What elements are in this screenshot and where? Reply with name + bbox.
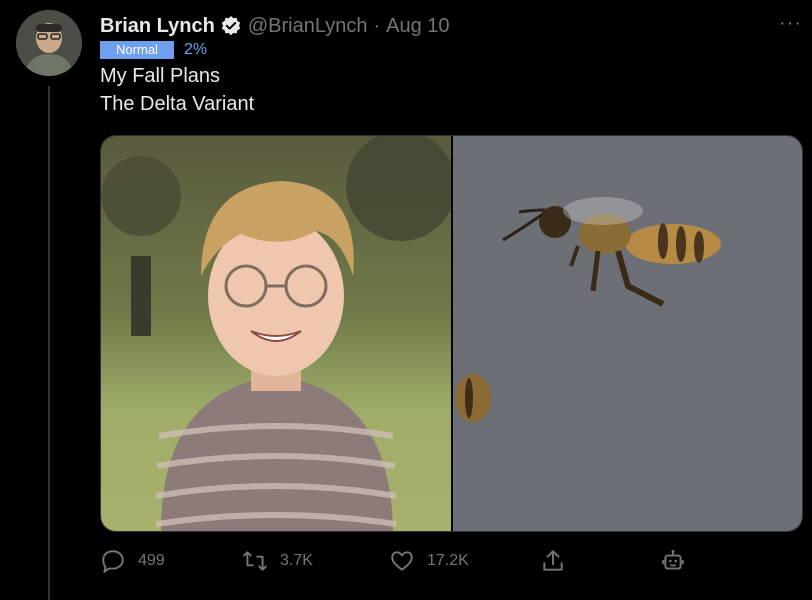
like-icon bbox=[391, 551, 413, 571]
separator-dot: · bbox=[373, 14, 381, 37]
reply-count: 499 bbox=[138, 552, 165, 569]
verified-badge-icon bbox=[220, 15, 242, 37]
more-options-icon[interactable]: ··· bbox=[779, 12, 802, 35]
tweet-text-line-2: The Delta Variant bbox=[100, 93, 255, 115]
retweet-button[interactable]: 3.7K bbox=[242, 548, 313, 574]
share-button[interactable] bbox=[540, 548, 566, 574]
tweet-actions: 499 3.7K 17.2K bbox=[100, 548, 700, 582]
like-count: 17.2K bbox=[427, 552, 469, 569]
reply-button[interactable]: 499 bbox=[100, 548, 165, 574]
tweet-text-line-1: My Fall Plans bbox=[100, 65, 221, 87]
display-name[interactable]: Brian Lynch bbox=[100, 15, 215, 38]
photo-bee[interactable] bbox=[453, 136, 802, 531]
tag-row: Normal 2% bbox=[100, 41, 207, 59]
tweet-date[interactable]: Aug 10 bbox=[386, 15, 449, 38]
bot-button[interactable] bbox=[660, 548, 686, 574]
like-button[interactable]: 17.2K bbox=[389, 548, 469, 574]
thread-line bbox=[48, 86, 50, 600]
status-badge: Normal bbox=[100, 41, 174, 59]
tweet-media[interactable] bbox=[100, 135, 803, 532]
user-handle[interactable]: @BrianLynch bbox=[248, 15, 368, 38]
bot-icon bbox=[662, 549, 684, 570]
tweet-header: Brian Lynch @BrianLynch · Aug 10 bbox=[100, 12, 788, 40]
avatar[interactable] bbox=[16, 10, 82, 76]
photo-boy[interactable] bbox=[101, 136, 456, 531]
reply-icon bbox=[102, 550, 124, 573]
percent-label: 2% bbox=[184, 41, 208, 58]
share-icon bbox=[543, 550, 563, 571]
retweet-count: 3.7K bbox=[280, 552, 313, 569]
retweet-icon bbox=[243, 551, 267, 571]
